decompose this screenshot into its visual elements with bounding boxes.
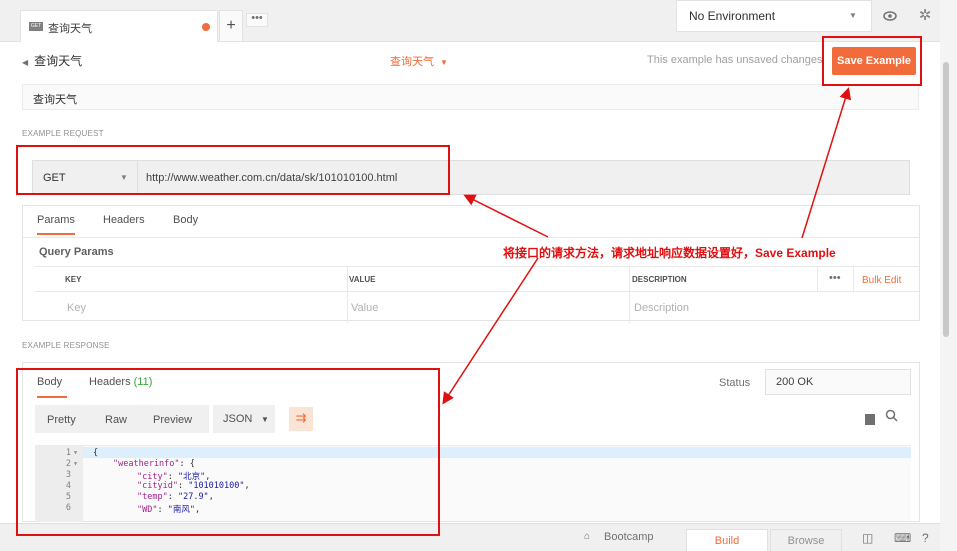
annotation-arrows [442, 87, 852, 405]
arrow-to-request [463, 194, 549, 238]
arrow-to-save [801, 87, 852, 239]
arrow-to-response [442, 257, 539, 405]
